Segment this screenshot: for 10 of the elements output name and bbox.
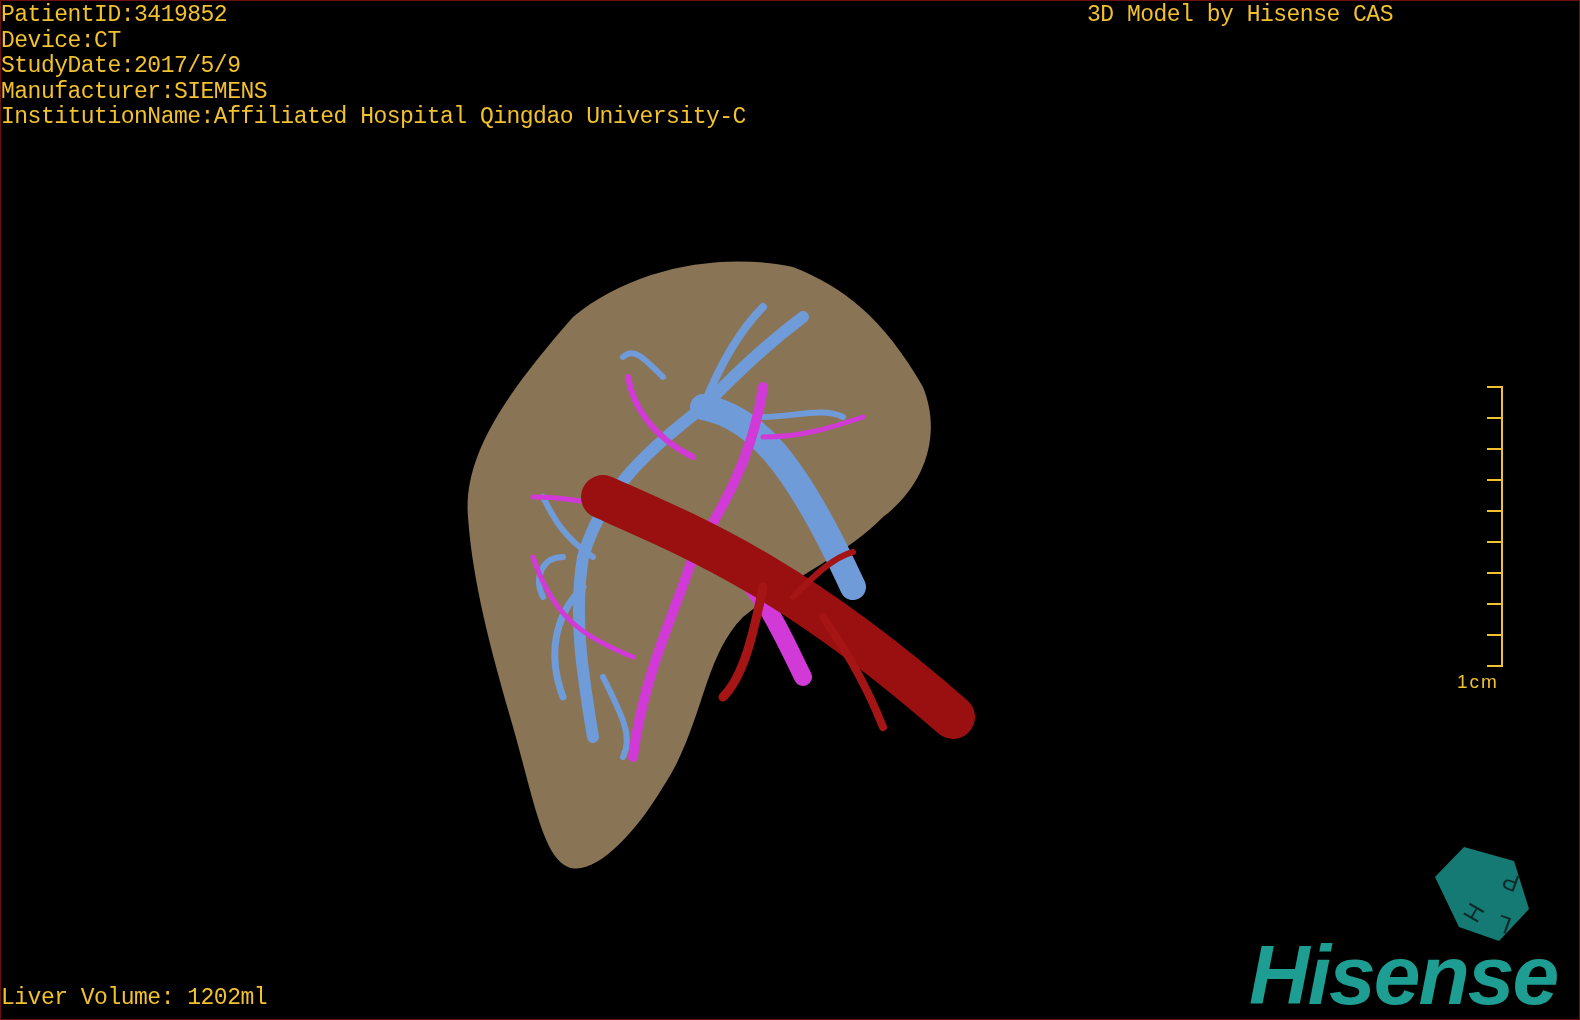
patient-info-text: Device:CT xyxy=(1,28,122,54)
liver-volume-text: Liver Volume: 1202ml xyxy=(1,986,268,1012)
cube-face-letter: P xyxy=(1498,866,1523,898)
cube-face-letter: H xyxy=(1458,898,1491,927)
model-credit-text: 3D Model by Hisense CAS xyxy=(1087,3,1393,29)
patient-info-text: StudyDate:2017/5/9 xyxy=(1,54,242,80)
patient-info-text: InstitutionName:Affiliated Hospital Qingdao University-C xyxy=(1,105,746,131)
patient-info-text: PatientID:3419852 xyxy=(1,3,229,29)
patient-info-text: Manufacturer:SIEMENS xyxy=(1,79,269,105)
scale-bar-label: 1cm xyxy=(1457,671,1499,693)
